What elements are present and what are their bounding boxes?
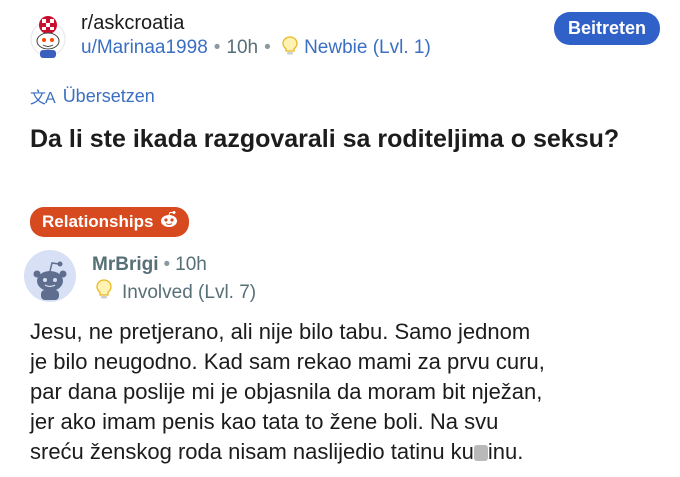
flair-label: Relationships xyxy=(42,211,154,231)
comment-author-flair: Involved (Lvl. 7) xyxy=(96,279,256,307)
lightbulb-icon xyxy=(96,279,112,307)
post-time: 10h xyxy=(226,37,259,58)
comment-flair-label: Involved (Lvl. 7) xyxy=(122,282,257,303)
comment-line: par dana poslije mi je objasnila da mora… xyxy=(30,379,543,404)
comment-line: Jesu, ne pretjerano, ali nije bilo tabu.… xyxy=(30,319,531,344)
comment-meta: MrBrigi • 10h xyxy=(92,254,207,276)
blurred-emoji-icon xyxy=(473,445,488,461)
subreddit-avatar-icon[interactable] xyxy=(28,13,68,59)
subreddit-name[interactable]: r/askcroatia xyxy=(81,12,184,35)
post-header: r/askcroatia u/Marinaa1998 • 10h • Newbie (… xyxy=(28,8,660,68)
translate-icon: 文A xyxy=(30,90,56,107)
post-author[interactable]: u/Marinaa1998 xyxy=(81,37,208,58)
translate-label: Übersetzen xyxy=(62,85,155,106)
comment-line: je bilo neugodno. Kad sam rekao mami za … xyxy=(30,349,545,374)
post-meta: u/Marinaa1998 • 10h • Newbie (Lvl. 1) xyxy=(81,36,431,62)
separator-dot: • xyxy=(213,37,221,58)
snoo-face-icon xyxy=(159,210,179,233)
comment-line: jer ako imam penis kao tata to žene boli… xyxy=(30,409,499,434)
translate-link[interactable]: 文A Übersetzen xyxy=(30,84,155,108)
author-flair: Newbie (Lvl. 1) xyxy=(304,37,431,58)
comment-author[interactable]: MrBrigi xyxy=(92,254,159,275)
snoo-avatar-icon[interactable] xyxy=(24,250,76,302)
comment-line-text: sreću ženskog roda nisam naslijedio tati… xyxy=(30,439,474,464)
comment-line-end: inu. xyxy=(487,439,524,464)
comment-body: Jesu, ne pretjerano, ali nije bilo tabu.… xyxy=(30,317,660,467)
separator-dot: • xyxy=(264,37,271,58)
post-flair[interactable]: Relationships xyxy=(30,207,190,237)
comment-line: sreću ženskog roda nisam naslijedio tati… xyxy=(30,437,660,467)
post-title: Da li ste ikada razgovarali sa roditelji… xyxy=(30,125,620,153)
join-button[interactable]: Beitreten xyxy=(553,12,660,45)
lightbulb-icon xyxy=(282,36,298,62)
comment-time: 10h xyxy=(175,254,207,275)
separator-dot: • xyxy=(163,254,171,275)
